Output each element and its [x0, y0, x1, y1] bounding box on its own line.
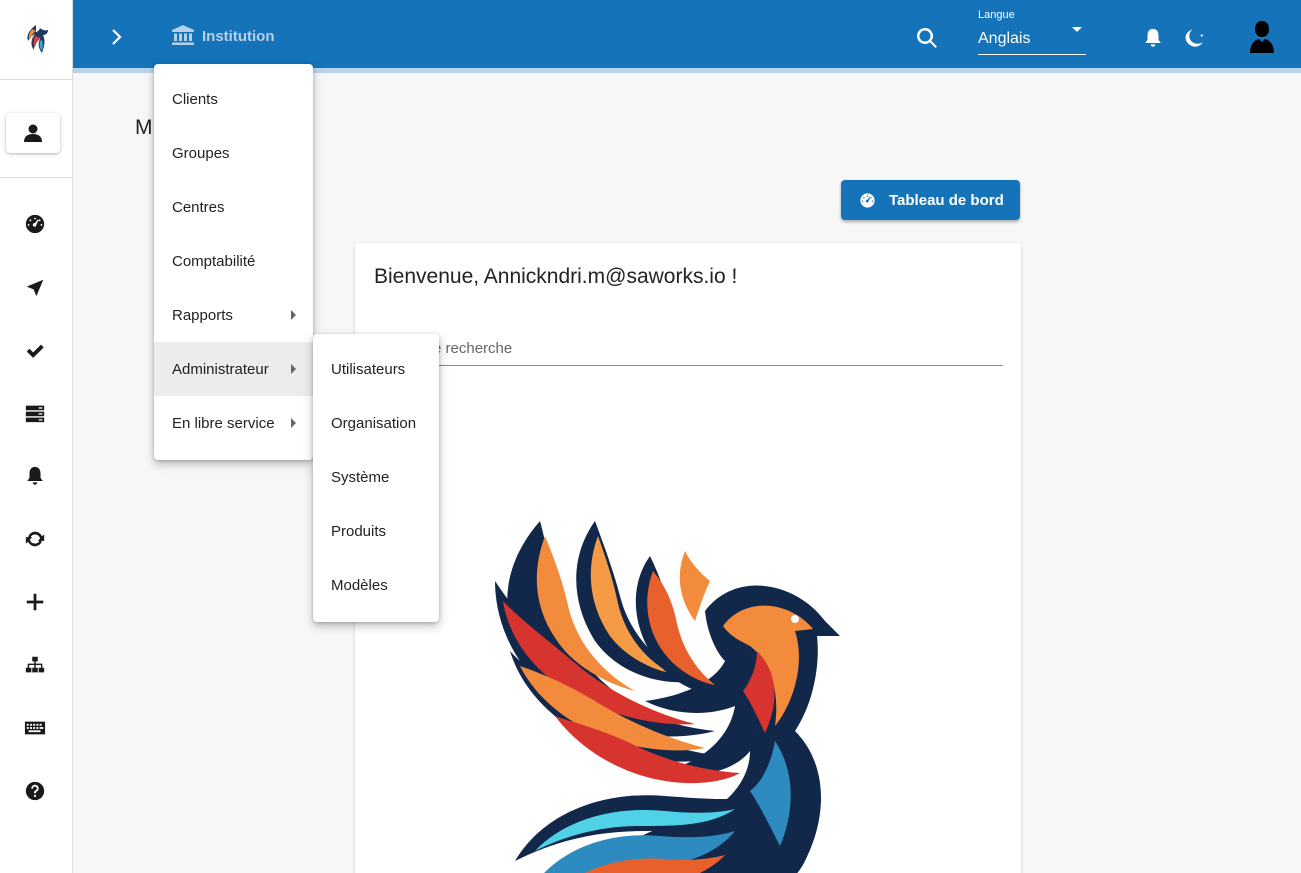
top-navbar: Institution Langue Anglais	[73, 0, 1301, 73]
sidebar-item-notifications[interactable]	[18, 459, 52, 493]
search-button[interactable]	[915, 26, 939, 50]
institution-dropdown-menu: Clients Groupes Centres Comptabilité Rap…	[154, 64, 313, 460]
menu-item-clients[interactable]: Clients	[154, 72, 313, 126]
menu-item-label: Administrateur	[172, 360, 269, 378]
dropdown-caret-icon	[1072, 27, 1082, 32]
theme-toggle-button[interactable]	[1184, 27, 1210, 51]
menu-item-label: Comptabilité	[172, 252, 256, 270]
submenu-item-produits[interactable]: Produits	[313, 504, 439, 558]
administrateur-submenu: Utilisateurs Organisation Système Produi…	[313, 334, 439, 622]
navigation-icon	[26, 279, 44, 297]
institution-label: Institution	[202, 27, 275, 45]
submenu-item-label: Utilisateurs	[331, 360, 406, 378]
language-value: Anglais	[978, 30, 1031, 47]
menu-item-label: En libre service	[172, 414, 275, 432]
server-icon	[25, 405, 45, 423]
sidebar-item-add[interactable]	[18, 585, 52, 619]
user-icon	[24, 124, 42, 142]
search-input[interactable]	[427, 339, 1003, 366]
menu-item-label: Groupes	[172, 144, 230, 162]
submenu-item-label: Produits	[331, 522, 387, 540]
check-icon	[26, 344, 44, 358]
sidebar-profile-button[interactable]	[6, 113, 60, 153]
menu-item-comptabilite[interactable]: Comptabilité	[154, 234, 313, 288]
menu-item-en-libre-service[interactable]: En libre service	[154, 396, 313, 450]
sitemap-icon	[25, 656, 45, 673]
language-select[interactable]: Langue Anglais	[978, 8, 1086, 55]
sidebar-item-navigation[interactable]	[18, 271, 52, 305]
menu-item-centres[interactable]: Centres	[154, 180, 313, 234]
bell-icon	[27, 466, 43, 485]
submenu-item-organisation[interactable]: Organisation	[313, 396, 439, 450]
menu-item-administrateur[interactable]: Administrateur	[154, 342, 313, 396]
menu-item-groupes[interactable]: Groupes	[154, 126, 313, 180]
language-label: Langue	[978, 9, 1015, 21]
plus-icon	[26, 593, 44, 611]
bell-icon	[1145, 28, 1161, 47]
moon-icon	[1185, 29, 1203, 47]
search-icon	[916, 27, 937, 48]
menu-item-label: Centres	[172, 198, 225, 216]
search-placeholder: e recherche	[433, 340, 513, 357]
submenu-item-label: Modèles	[331, 576, 388, 594]
sidebar-item-server[interactable]	[18, 396, 52, 430]
sync-icon	[25, 531, 45, 547]
menu-item-label: Rapports	[172, 306, 233, 324]
page-title: M	[135, 116, 153, 139]
sidebar-item-sync[interactable]	[18, 522, 52, 556]
dashboard-button-label: Tableau de bord	[889, 191, 1004, 209]
submenu-arrow-icon	[291, 418, 296, 428]
notifications-button[interactable]	[1142, 27, 1164, 49]
institution-icon	[172, 25, 194, 45]
sidebar-item-tasks[interactable]	[18, 334, 52, 368]
expand-sidebar-button[interactable]	[105, 26, 127, 48]
sidebar-item-help[interactable]	[18, 774, 52, 808]
sidebar-item-keyboard[interactable]	[18, 711, 52, 745]
keyboard-icon	[24, 721, 46, 735]
app-logo[interactable]	[0, 0, 72, 80]
submenu-item-label: Organisation	[331, 414, 417, 432]
welcome-heading: Bienvenue, Annickndri.m@saworks.io !	[374, 265, 738, 288]
user-icon	[1250, 21, 1274, 53]
dashboard-icon	[25, 214, 45, 234]
sidebar-item-organization[interactable]	[18, 648, 52, 682]
phoenix-logo-image	[495, 521, 840, 873]
sidebar	[0, 0, 73, 873]
submenu-arrow-icon	[291, 364, 296, 374]
submenu-item-modeles[interactable]: Modèles	[313, 558, 439, 612]
help-icon	[25, 781, 45, 801]
submenu-item-utilisateurs[interactable]: Utilisateurs	[313, 342, 439, 396]
sidebar-item-dashboard[interactable]	[18, 207, 52, 241]
chevron-right-icon	[112, 29, 122, 45]
user-avatar[interactable]	[1247, 20, 1277, 54]
submenu-arrow-icon	[291, 310, 296, 320]
submenu-item-label: Système	[331, 468, 390, 486]
menu-item-label: Clients	[172, 90, 218, 108]
submenu-item-systeme[interactable]: Système	[313, 450, 439, 504]
dashboard-icon	[860, 192, 875, 208]
phoenix-logo-icon	[27, 24, 48, 53]
sidebar-profile-section	[0, 80, 72, 178]
dashboard-button[interactable]: Tableau de bord	[841, 180, 1020, 220]
institution-menu-trigger[interactable]: Institution	[171, 24, 274, 48]
menu-item-rapports[interactable]: Rapports	[154, 288, 313, 342]
welcome-card: Bienvenue, Annickndri.m@saworks.io ! e r…	[355, 243, 1021, 873]
